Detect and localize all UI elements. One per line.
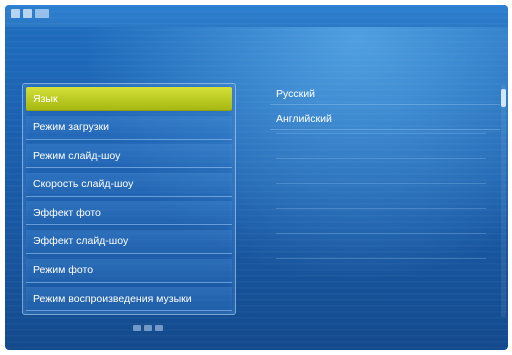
menu-item-boot-mode[interactable]: Режим загрузки (26, 115, 232, 140)
top-status-icons (11, 9, 49, 18)
navigation-hint-icon (133, 325, 163, 331)
menu-item-label: Скорость слайд-шоу (33, 178, 134, 191)
empty-option-line (276, 208, 486, 209)
menu-item-slideshow-mode[interactable]: Режим слайд-шоу (26, 144, 232, 169)
menu-item-label: Режим загрузки (33, 121, 110, 134)
menu-item-label: Режим слайд-шоу (33, 149, 121, 162)
menu-item-photo-effect[interactable]: Эффект фото (26, 201, 232, 226)
empty-option-line (276, 258, 486, 259)
menu-item-label: Режим воспроизведения музыки (33, 292, 192, 305)
menu-item-label: Язык (33, 92, 58, 105)
language-options-panel: Русский Английский (270, 83, 500, 315)
options-scrollbar[interactable] (501, 85, 506, 317)
status-icon (35, 9, 49, 18)
empty-option-line (276, 158, 486, 159)
menu-item-label: Режим фото (33, 264, 94, 277)
menu-item-language[interactable]: Язык (26, 87, 232, 111)
option-label: Русский (276, 87, 315, 100)
scroll-thumb[interactable] (501, 89, 506, 107)
status-icon (11, 9, 20, 18)
menu-item-label: Эффект фото (33, 206, 101, 219)
hint-mark (144, 325, 152, 331)
empty-option-line (276, 233, 486, 234)
settings-menu-list: Язык Режим загрузки Режим слайд-шоу Скор… (26, 87, 232, 316)
option-label: Английский (276, 112, 332, 125)
top-status-bar (5, 5, 508, 27)
hint-mark (133, 325, 141, 331)
menu-item-photo-mode[interactable]: Режим фото (26, 258, 232, 283)
option-russian[interactable]: Русский (270, 83, 500, 105)
empty-option-line (276, 183, 486, 184)
tv-settings-screen: Язык Режим загрузки Режим слайд-шоу Скор… (5, 5, 508, 350)
hint-mark (155, 325, 163, 331)
menu-item-music-playback-mode[interactable]: Режим воспроизведения музыки (26, 287, 232, 312)
status-icon (23, 9, 32, 18)
settings-menu-panel: Язык Режим загрузки Режим слайд-шоу Скор… (22, 83, 236, 315)
menu-item-slideshow-speed[interactable]: Скорость слайд-шоу (26, 172, 232, 197)
option-english[interactable]: Английский (270, 108, 500, 130)
empty-option-line (276, 133, 486, 134)
menu-item-label: Эффект слайд-шоу (33, 235, 129, 248)
menu-item-slideshow-effect[interactable]: Эффект слайд-шоу (26, 229, 232, 254)
